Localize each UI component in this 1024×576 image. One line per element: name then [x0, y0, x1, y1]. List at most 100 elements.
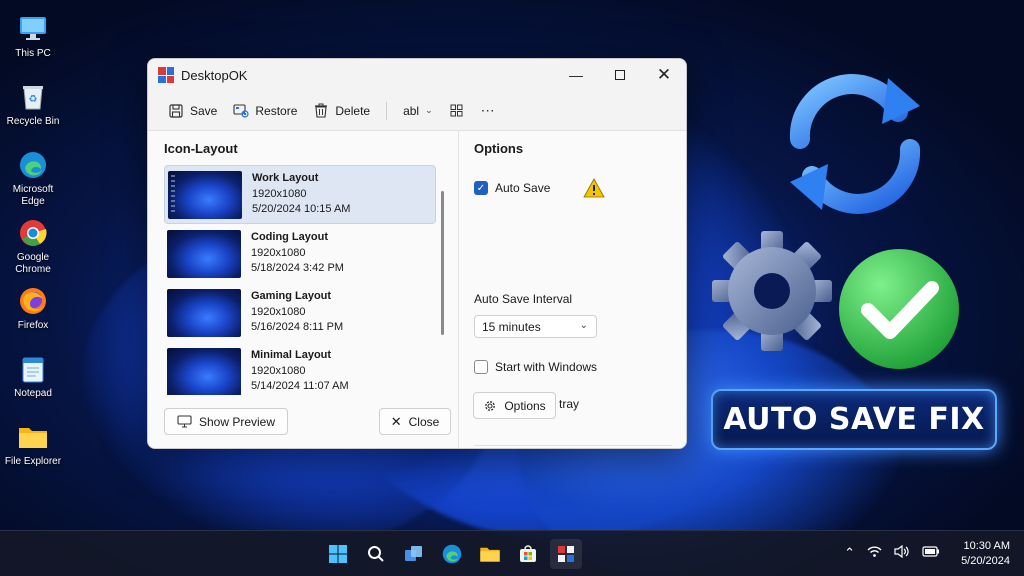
layout-resolution: 1920x1080: [252, 187, 307, 200]
layout-thumbnail: [168, 170, 242, 219]
taskbar-edge[interactable]: [436, 539, 468, 569]
desktop-icon-chrome[interactable]: Google Chrome: [0, 212, 66, 280]
firefox-icon: [18, 286, 48, 316]
desktop-icon-edge[interactable]: Microsoft Edge: [0, 144, 66, 212]
chrome-icon: [18, 218, 48, 248]
search-icon: [368, 546, 384, 562]
task-view-icon: [405, 546, 422, 561]
maximize-icon: [615, 70, 625, 80]
taskbar-clock[interactable]: 10:30 AM 5/20/2024: [961, 539, 1010, 569]
desktop-icon-firefox[interactable]: Firefox: [0, 280, 66, 348]
font-label: abl: [403, 103, 420, 118]
start-with-windows-checkbox[interactable]: Start with Windows: [474, 360, 597, 374]
show-preview-label: Show Preview: [198, 414, 276, 429]
layout-name: Minimal Layout: [251, 349, 332, 362]
checkbox-unchecked[interactable]: [474, 360, 488, 374]
desktopok-app-icon: [158, 67, 174, 83]
options-title: Options: [474, 141, 524, 156]
grid-icon: [449, 103, 465, 119]
taskbar-apps: [322, 539, 582, 569]
taskbar-store[interactable]: [512, 539, 544, 569]
taskbar-desktopok[interactable]: [550, 539, 582, 569]
maximize-button[interactable]: [598, 59, 642, 91]
desktop-icon-recycle-bin[interactable]: ♻ Recycle Bin: [0, 76, 66, 144]
windows-icon: [329, 545, 347, 563]
options-separator: [474, 445, 672, 446]
list-item[interactable]: Minimal Layout 1920x1080 5/14/2024 11:07…: [164, 342, 436, 395]
warning-icon: [583, 178, 606, 198]
list-item[interactable]: Gaming Layout 1920x1080 5/16/2024 8:11 P…: [164, 283, 436, 342]
window-title: DesktopOK: [181, 67, 248, 83]
taskbar-file-explorer[interactable]: [474, 539, 506, 569]
auto-save-label: Auto Save: [495, 181, 551, 195]
icon-layout-pane: Icon-Layout Work Layout 1920x1080 5/20/2…: [148, 131, 458, 448]
taskbar: ⌃ 10:30 AM 5/20/2024: [0, 530, 1024, 576]
layout-list: Work Layout 1920x1080 5/20/2024 10:15 AM…: [164, 165, 436, 395]
chevron-down-icon: ⌄: [425, 105, 433, 115]
toolbar: Save Restore Delete abl ⌄ ⋯: [148, 91, 686, 131]
minimize-button[interactable]: —: [554, 59, 598, 91]
list-item[interactable]: Coding Layout 1920x1080 5/18/2024 3:42 P…: [164, 224, 436, 283]
desktopok-window: DesktopOK — ✕ Save Restore Delete abl ⌄: [147, 58, 687, 449]
list-item[interactable]: Work Layout 1920x1080 5/20/2024 10:15 AM: [164, 165, 436, 224]
delete-button[interactable]: Delete: [307, 99, 376, 123]
title-bar[interactable]: DesktopOK — ✕: [148, 59, 686, 91]
more-icon: ⋯: [480, 102, 496, 118]
layout-name: Gaming Layout: [251, 290, 332, 303]
layout-date: 5/16/2024 8:11 PM: [251, 321, 344, 334]
auto-save-checkbox[interactable]: ✓ Auto Save: [474, 178, 606, 198]
list-scrollbar[interactable]: [441, 173, 445, 411]
system-tray: ⌃: [844, 544, 940, 561]
desktop-icon-this-pc[interactable]: This PC: [0, 8, 66, 76]
desktop-icon-file-explorer[interactable]: File Explorer: [0, 416, 66, 484]
more-button[interactable]: ⋯: [475, 98, 502, 123]
show-preview-button[interactable]: Show Preview: [164, 408, 288, 435]
battery-icon[interactable]: [922, 545, 940, 561]
options-button[interactable]: Options: [473, 392, 556, 419]
start-button[interactable]: [322, 539, 354, 569]
clock-date: 5/20/2024: [961, 555, 1010, 567]
monitor-icon: [177, 415, 192, 428]
close-icon: ✕: [390, 413, 402, 429]
window-body: Icon-Layout Work Layout 1920x1080 5/20/2…: [148, 131, 686, 448]
layout-date: 5/18/2024 3:42 PM: [251, 262, 344, 275]
layout-date: 5/14/2024 11:07 AM: [251, 380, 349, 393]
desktop-icons: This PC ♻ Recycle Bin Microsoft Edge Goo…: [0, 8, 66, 484]
layout-thumbnail: [167, 288, 241, 337]
checkbox-checked[interactable]: ✓: [474, 181, 488, 195]
delete-label: Delete: [335, 103, 371, 118]
close-window-button[interactable]: ✕: [642, 59, 686, 91]
search-button[interactable]: [360, 539, 392, 569]
folder-icon: [18, 422, 48, 452]
sync-arrows-icon: [789, 74, 921, 214]
restore-icon: [233, 103, 249, 119]
restore-button[interactable]: Restore: [227, 99, 303, 123]
desktop-icon-notepad[interactable]: Notepad: [0, 348, 66, 416]
close-icon: ✕: [656, 65, 672, 84]
scrollbar-thumb[interactable]: [441, 191, 444, 335]
auto-save-fix-badge: AUTO SAVE FIX: [711, 389, 997, 450]
notepad-icon: [18, 354, 48, 384]
trash-icon: [313, 103, 329, 119]
close-button[interactable]: ✕ Close: [379, 408, 451, 435]
task-view-button[interactable]: [398, 539, 430, 569]
layout-name: Coding Layout: [251, 231, 328, 244]
font-dropdown[interactable]: abl ⌄: [397, 100, 439, 122]
icon-layout-title: Icon-Layout: [164, 141, 238, 156]
close-label: Close: [408, 414, 440, 429]
wifi-icon[interactable]: [867, 545, 882, 561]
chevron-up-icon[interactable]: ⌃: [844, 545, 855, 561]
recycle-bin-icon: ♻: [18, 82, 48, 112]
view-grid-button[interactable]: [443, 99, 471, 123]
gear-icon: [712, 231, 832, 351]
auto-save-interval-label: Auto Save Interval: [474, 292, 573, 306]
auto-save-interval-select[interactable]: 15 minutes ⌄: [474, 315, 597, 338]
gear-icon: [485, 400, 496, 411]
edge-icon: [18, 150, 48, 180]
save-label: Save: [190, 103, 218, 118]
save-button[interactable]: Save: [162, 99, 223, 123]
layout-resolution: 1920x1080: [251, 246, 306, 259]
volume-icon[interactable]: [894, 544, 910, 561]
clock-time: 10:30 AM: [963, 540, 1010, 552]
restore-label: Restore: [255, 103, 298, 118]
